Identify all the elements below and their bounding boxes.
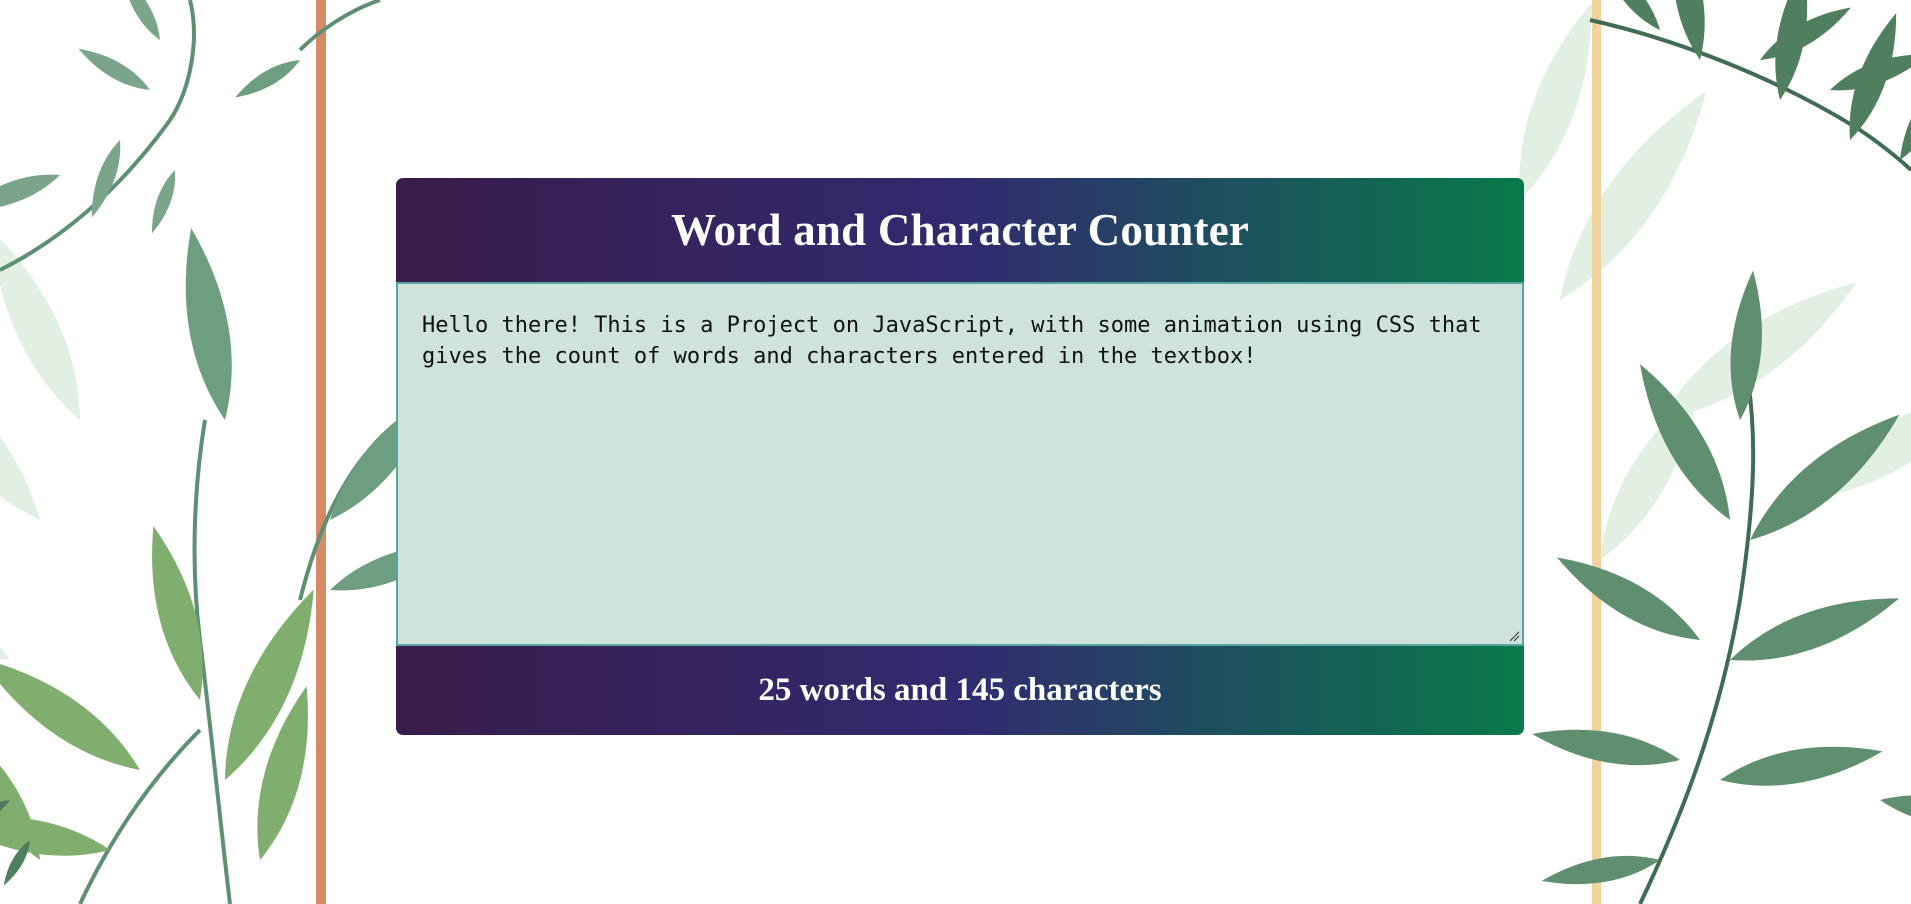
counter-card: Word and Character Counter 25 words and …	[396, 178, 1524, 735]
text-input-container	[396, 282, 1524, 646]
word-character-count: 25 words and 145 characters	[758, 672, 1162, 708]
card-footer: 25 words and 145 characters	[396, 646, 1524, 735]
resize-grip-icon[interactable]	[1508, 630, 1520, 642]
page-title: Word and Character Counter	[670, 205, 1250, 255]
text-input-field[interactable]	[398, 284, 1522, 644]
card-header: Word and Character Counter	[396, 178, 1524, 282]
page-stage: Word and Character Counter 25 words and …	[0, 0, 1911, 904]
